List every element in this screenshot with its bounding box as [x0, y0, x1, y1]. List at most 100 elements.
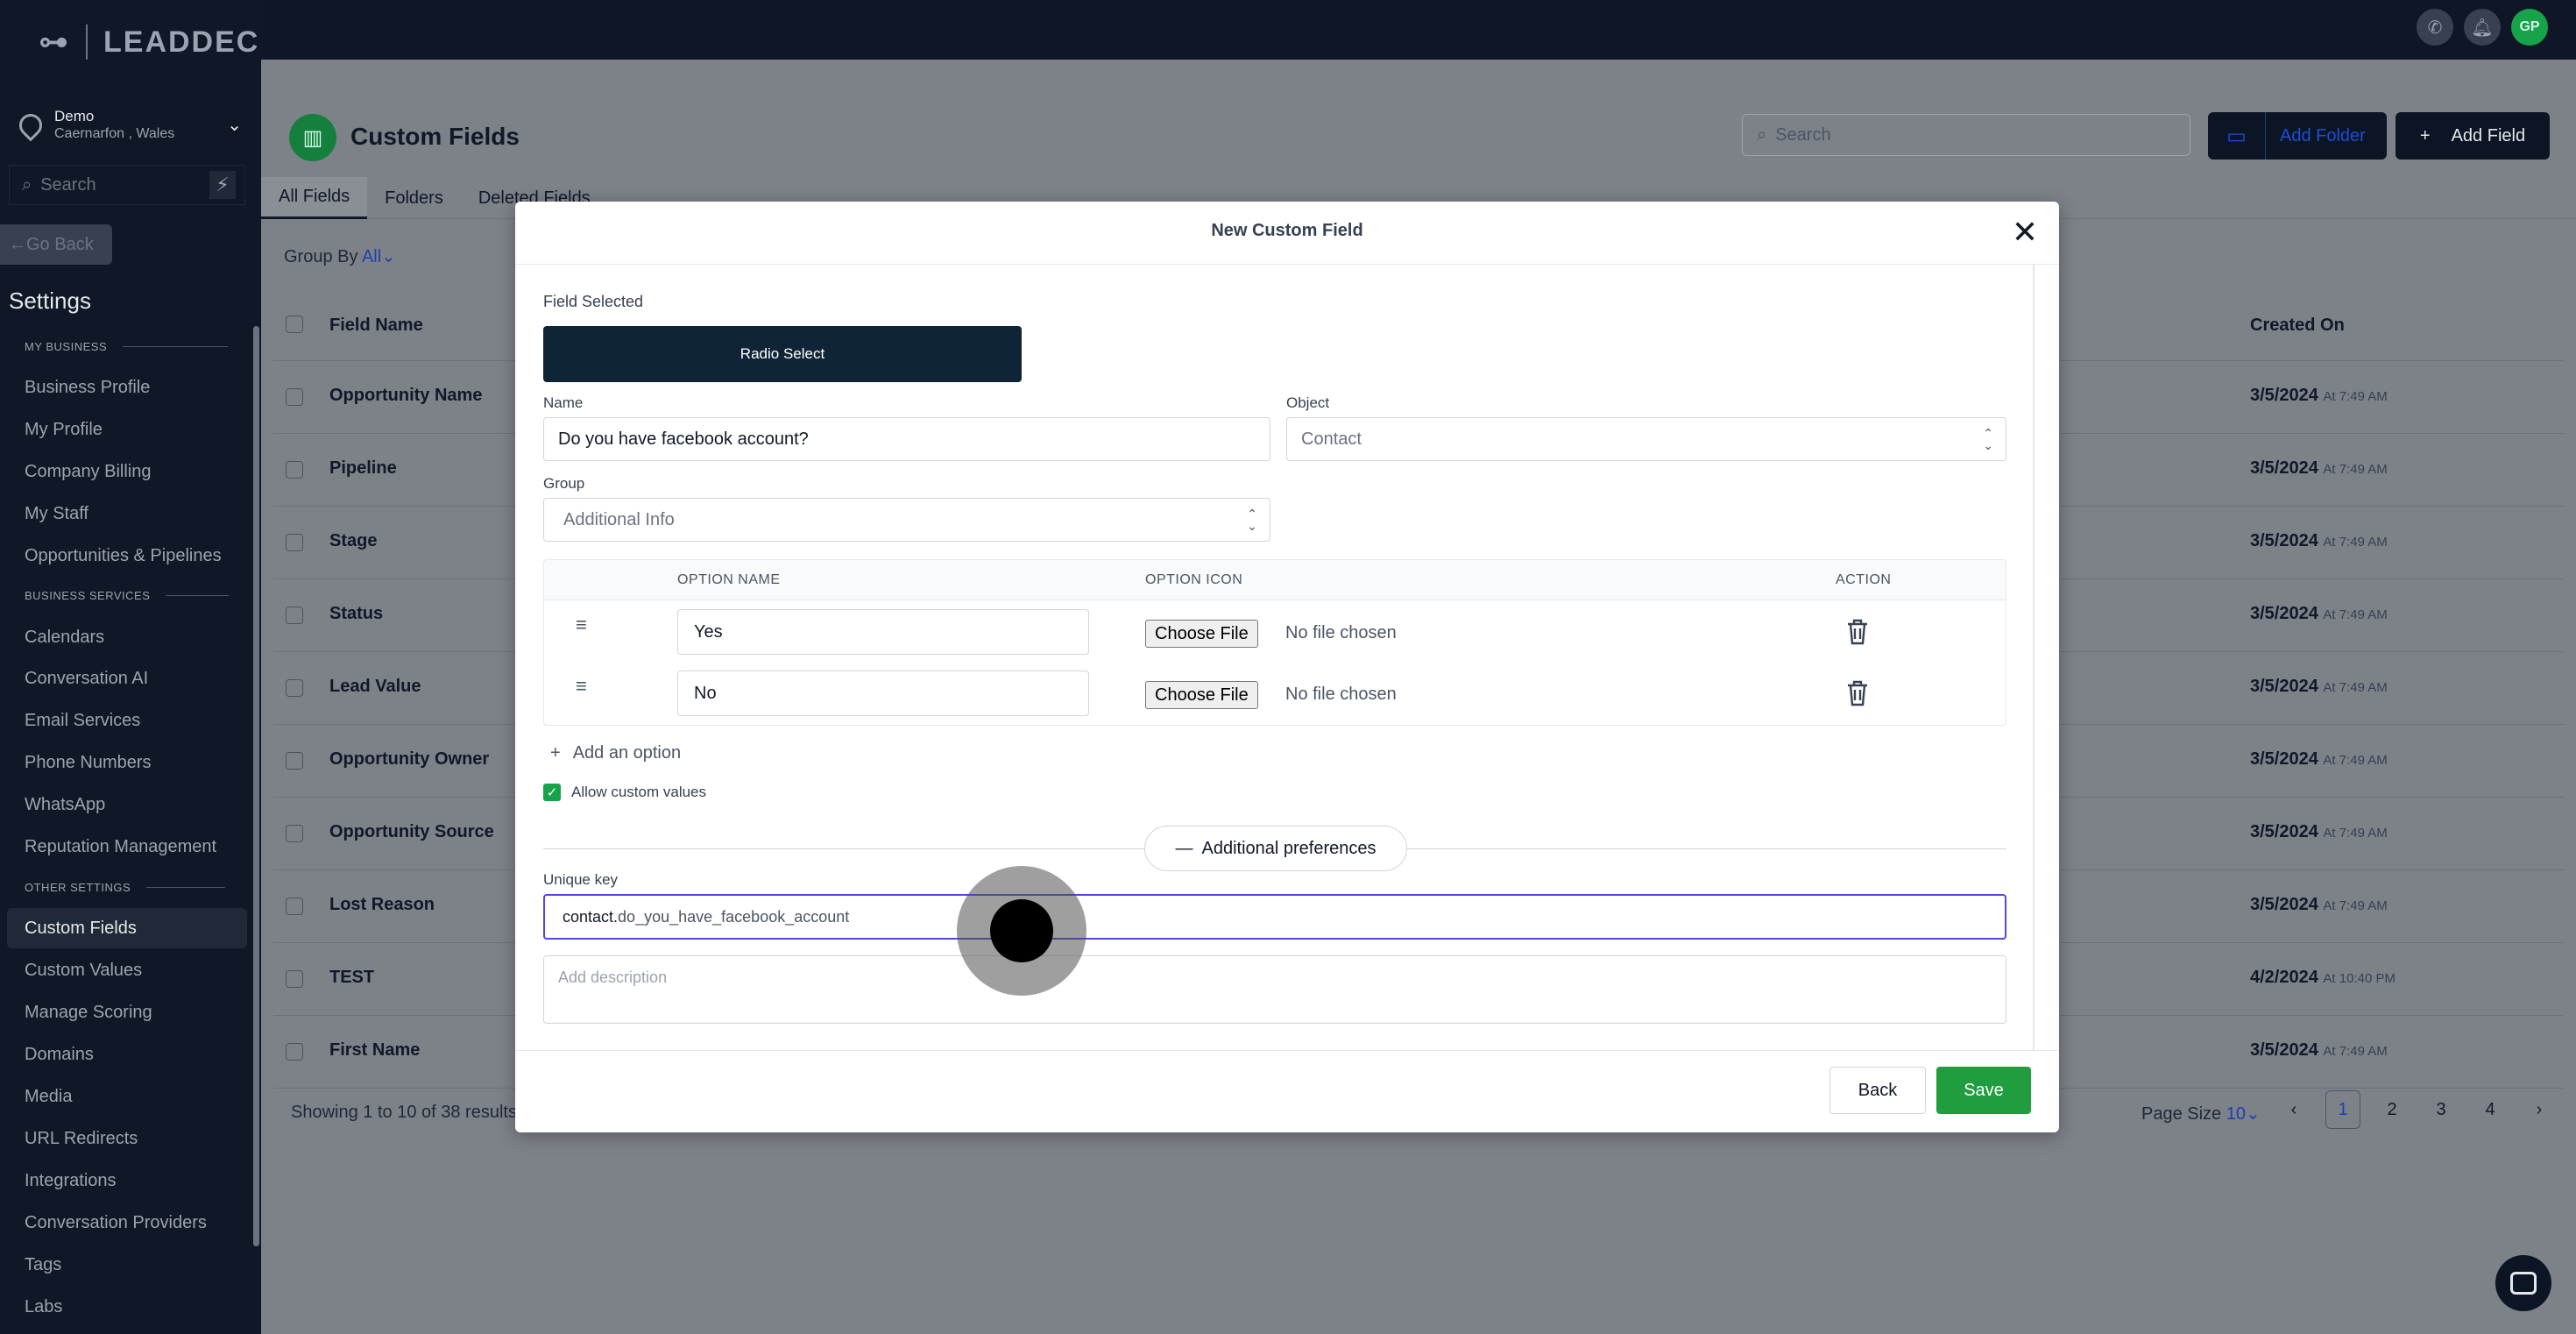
group-value: Additional Info [563, 509, 675, 529]
field-name-cell[interactable]: Lead Value [329, 677, 421, 697]
field-name-cell[interactable]: Opportunity Owner [329, 749, 489, 770]
row-checkbox[interactable] [286, 534, 303, 551]
sidebar-item-conversation-providers[interactable]: Conversation Providers [25, 1213, 207, 1233]
option-name-input[interactable]: No [677, 671, 1089, 716]
unique-key-value[interactable]: do_you_have_facebook_account [618, 908, 849, 926]
plus-icon: + [2419, 125, 2431, 145]
row-checkbox[interactable] [286, 970, 303, 988]
page-2[interactable]: 2 [2374, 1090, 2410, 1129]
row-checkbox[interactable] [286, 388, 303, 406]
sidebar-item-custom-values[interactable]: Custom Values [25, 961, 142, 981]
group-by-value[interactable]: All [362, 247, 381, 266]
avatar[interactable]: GP [2511, 9, 2548, 46]
field-type-button[interactable]: Radio Select [543, 326, 1022, 382]
row-checkbox[interactable] [286, 607, 303, 624]
bell-icon[interactable]: 🔔︎ [2464, 9, 2501, 46]
modal-footer: Back Save [515, 1050, 2059, 1132]
name-input[interactable]: Do you have facebook account? [543, 417, 1270, 461]
sidebar-item-my-staff[interactable]: My Staff [25, 504, 88, 524]
sidebar-item-company-billing[interactable]: Company Billing [25, 462, 152, 482]
field-name-cell[interactable]: Opportunity Source [329, 822, 494, 842]
page-size-value[interactable]: 10 [2226, 1104, 2246, 1124]
sidebar-item-email-services[interactable]: Email Services [25, 711, 140, 731]
drag-handle-icon[interactable]: ≡ [576, 677, 595, 696]
drag-handle-icon[interactable]: ≡ [576, 615, 595, 635]
row-checkbox[interactable] [286, 752, 303, 770]
custom-fields-icon: ▥ [289, 114, 336, 161]
add-option-button[interactable]: + Add an option [550, 743, 681, 763]
tab-folders[interactable]: Folders [367, 177, 461, 219]
row-checkbox[interactable] [286, 898, 303, 915]
chevron-down-icon: ⌄ [381, 247, 396, 266]
sidebar-item-phone-numbers[interactable]: Phone Numbers [25, 753, 152, 773]
back-button[interactable]: Back [1829, 1067, 1926, 1114]
section-business-services: BUSINESS SERVICES [25, 589, 230, 602]
chat-widget-button[interactable] [2495, 1255, 2551, 1311]
allow-custom-values[interactable]: ✓ Allow custom values [543, 784, 706, 801]
go-back-button[interactable]: ← Go Back [0, 224, 112, 265]
sidebar-item-whatsapp[interactable]: WhatsApp [25, 795, 105, 815]
select-all-checkbox[interactable] [286, 316, 303, 333]
object-select[interactable]: Contact ⌃ ⌄ [1286, 417, 2006, 461]
group-select[interactable]: Additional Info ⌃ ⌄ [543, 498, 1270, 542]
sidebar-item-integrations[interactable]: Integrations [25, 1171, 117, 1191]
field-name-cell[interactable]: Status [329, 604, 383, 624]
object-value: Contact [1301, 429, 1362, 449]
choose-file-button[interactable]: Choose File [1145, 681, 1258, 709]
trash-icon[interactable] [1844, 679, 1871, 707]
additional-preferences-toggle[interactable]: — Additional preferences [1144, 826, 1407, 871]
sidebar-item-my-profile[interactable]: My Profile [25, 420, 103, 440]
sidebar-item-media[interactable]: Media [25, 1087, 72, 1107]
sidebar-item-reputation[interactable]: Reputation Management [25, 837, 216, 857]
phone-icon[interactable]: ✆ [2417, 9, 2453, 46]
row-checkbox[interactable] [286, 679, 303, 697]
option-name-input[interactable]: Yes [677, 609, 1089, 655]
folder-icon: ▭ [2208, 112, 2266, 160]
sidebar-item-domains[interactable]: Domains [25, 1045, 94, 1065]
location-switcher[interactable]: Demo Caernarfon , Wales ⌄ [14, 103, 245, 147]
description-input[interactable]: Add description [543, 955, 2006, 1024]
modal-scrollbar[interactable] [2033, 265, 2035, 1050]
page-3[interactable]: 3 [2424, 1090, 2459, 1129]
prev-page-button[interactable]: ‹ [2276, 1090, 2311, 1129]
add-folder-button[interactable]: ▭ Add Folder [2208, 112, 2387, 160]
unique-key-input[interactable]: contact. do_you_have_facebook_account [543, 894, 2006, 940]
sidebar-search-input[interactable]: ⌕ Search ⚡ [9, 165, 245, 205]
col-created-on[interactable]: Created On [2250, 316, 2345, 336]
sidebar-item-opportunities[interactable]: Opportunities & Pipelines [25, 546, 222, 566]
sidebar-scrollbar[interactable] [253, 326, 259, 1246]
tab-all-fields[interactable]: All Fields [261, 177, 368, 219]
field-name-cell[interactable]: First Name [329, 1040, 420, 1061]
add-field-button[interactable]: + Add Field [2396, 112, 2550, 160]
group-by[interactable]: Group By All⌄ [284, 245, 396, 267]
sidebar-item-conversation-ai[interactable]: Conversation AI [25, 669, 148, 689]
col-action: ACTION [1836, 572, 1892, 587]
row-checkbox[interactable] [286, 825, 303, 842]
sidebar-item-tags[interactable]: Tags [25, 1255, 61, 1275]
field-name-cell[interactable]: Pipeline [329, 458, 397, 479]
choose-file-button[interactable]: Choose File [1145, 620, 1258, 648]
sidebar-item-url-redirects[interactable]: URL Redirects [25, 1129, 138, 1149]
field-name-cell[interactable]: Opportunity Name [329, 386, 482, 406]
field-name-cell[interactable]: Lost Reason [329, 895, 435, 915]
sidebar-item-manage-scoring[interactable]: Manage Scoring [25, 1003, 152, 1023]
page-4[interactable]: 4 [2473, 1090, 2508, 1129]
field-name-cell[interactable]: Stage [329, 531, 377, 551]
page-1[interactable]: 1 [2325, 1090, 2360, 1129]
lightning-icon[interactable]: ⚡ [209, 171, 236, 199]
fields-search-input[interactable]: ⌕ Search [1742, 114, 2190, 156]
trash-icon[interactable] [1844, 618, 1871, 646]
page-size[interactable]: Page Size 10⌄ [2141, 1103, 2261, 1125]
sidebar-item-custom-fields[interactable]: Custom Fields [7, 908, 247, 948]
row-checkbox[interactable] [286, 1043, 303, 1061]
row-checkbox[interactable] [286, 461, 303, 479]
sidebar-item-calendars[interactable]: Calendars [25, 628, 104, 648]
sidebar-item-business-profile[interactable]: Business Profile [25, 378, 150, 398]
sidebar-item-labs[interactable]: Labs [25, 1297, 62, 1317]
save-button[interactable]: Save [1936, 1067, 2031, 1114]
close-icon[interactable]: ✕ [2012, 214, 2038, 251]
next-page-button[interactable]: › [2522, 1090, 2557, 1129]
allow-custom-checkbox[interactable]: ✓ [543, 784, 561, 801]
field-name-cell[interactable]: TEST [329, 968, 374, 988]
col-field-name[interactable]: Field Name [329, 316, 423, 336]
